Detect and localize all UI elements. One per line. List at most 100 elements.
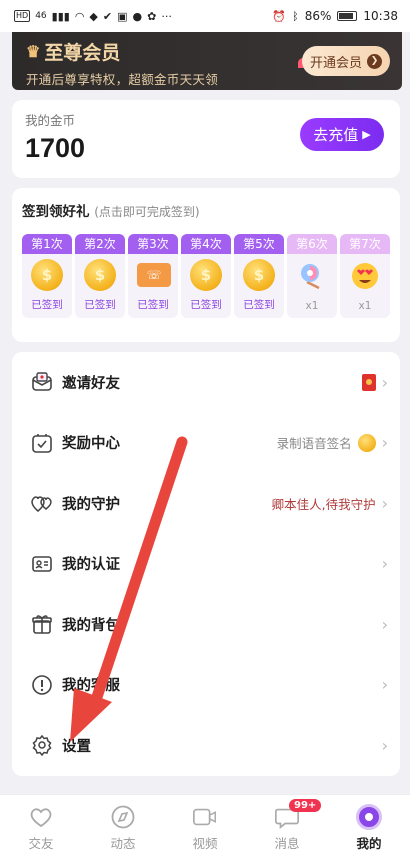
network-label: 46 [35,11,47,21]
call-card-icon: ☏ [137,263,171,287]
message-badge: 99+ [289,799,322,812]
lollipop-icon [296,259,328,291]
menu-item-verification[interactable]: 我的认证 › [12,534,400,595]
nav-label: 消息 [274,835,300,851]
nav-label: 交友 [28,835,54,851]
menu-label: 我的守护 [62,496,120,513]
day-label: 第7次 [340,234,390,254]
day-status: x1 [305,300,319,312]
menu-item-backpack[interactable]: 我的背包 › [12,594,400,655]
vip-banner[interactable]: ♛ 至尊会员 开通后尊享特权，超额金币天天领 开通会员 ❯ [12,32,402,90]
battery-percent: 86% [304,9,332,23]
day-label: 第5次 [234,234,284,254]
battery-icon [337,11,358,21]
chevron-right-icon: › [381,675,388,695]
day-status: 已签到 [190,299,222,311]
signin-day-5[interactable]: 第5次 $ 已签到 [234,234,284,318]
signin-day-2[interactable]: 第2次 $ 已签到 [75,234,125,318]
chevron-right-icon: › [381,735,388,755]
day-label: 第3次 [128,234,178,254]
coins-card: 我的金币 1700 去充值 ▶ [12,100,400,178]
menu-label: 邀请好友 [62,375,120,392]
menu-label: 奖励中心 [62,436,120,453]
nav-item-moments[interactable]: 动态 [82,795,164,860]
chevron-right-icon: › [381,554,388,574]
play-triangle-icon: ▶ [362,128,371,141]
day-label: 第2次 [75,234,125,254]
coin-icon: $ [243,259,275,291]
coin-icon: $ [190,259,222,291]
menu-right-text: 录制语音签名 [276,436,352,452]
day-status: 已签到 [137,299,169,311]
day-label: 第6次 [287,234,337,254]
paw-icon: ✿ [147,9,157,23]
menu-label: 我的背包 [62,617,120,634]
signin-day-1[interactable]: 第1次 $ 已签到 [22,234,72,318]
menu-item-settings[interactable]: 设置 › [12,715,400,776]
app-icon: ▣ [117,9,128,23]
reward-icon [30,431,54,455]
chat-icon: ● [132,9,143,23]
nav-item-mine[interactable]: 我的 [328,795,410,860]
open-vip-label: 开通会员 [309,55,362,71]
signin-day-7[interactable]: 第7次 x1 [340,234,390,318]
open-vip-button[interactable]: 开通会员 ❯ [302,46,390,76]
menu-card: 邀请好友 › 奖励中心 录制语音签名 › 我的守护 卿本佳人,待我守护 › 我的… [12,352,400,776]
vip-title: 至尊会员 [44,42,121,64]
nav-item-messages[interactable]: 99+ 消息 [246,795,328,860]
status-bar: HD 46 ▮▮▮ ◠ ◆ ✔ ▣ ● ✿ ··· ⏰ ᛒ 86% 10:38 [0,0,410,32]
alarm-icon: ⏰ [272,9,287,23]
chevron-right-icon: › [381,372,388,392]
menu-item-reward-center[interactable]: 奖励中心 录制语音签名 › [12,413,400,474]
hearts-icon [30,491,54,515]
more-icon: ··· [161,9,172,23]
chevron-right-icon: › [381,433,388,453]
signin-title: 签到领好礼 [22,204,90,220]
check-icon: ✔ [102,9,113,23]
day-status: x1 [358,300,372,312]
coin-icon: $ [31,259,63,291]
recharge-button[interactable]: 去充值 ▶ [300,118,384,151]
signin-day-4[interactable]: 第4次 $ 已签到 [181,234,231,318]
nav-item-video[interactable]: 视频 [164,795,246,860]
heart-nav-icon [28,804,54,830]
nav-label: 动态 [110,835,136,851]
menu-right-text: 卿本佳人,待我守护 [271,496,376,512]
bottom-nav: 交友 动态 视频 99+ 消息 我的 [0,794,410,860]
signal-icon: ▮▮▮ [51,9,70,23]
chevron-right-icon: › [381,493,388,513]
day-status: 已签到 [31,299,63,311]
signin-days: 第1次 $ 已签到 第2次 $ 已签到 第3次 ☏ 已签到 第4次 $ 已签到 … [22,234,390,318]
menu-item-invite[interactable]: 邀请好友 › [12,352,400,413]
nav-item-friends[interactable]: 交友 [0,795,82,860]
menu-label: 我的客服 [62,678,120,695]
menu-item-customer-service[interactable]: 我的客服 › [12,655,400,716]
recharge-label: 去充值 [313,126,359,144]
signin-day-6[interactable]: 第6次 x1 [287,234,337,318]
crown-icon: ♛ [26,42,41,61]
nav-label: 我的 [356,835,382,851]
bluetooth-icon: ᛒ [292,9,299,23]
gift-box-icon [30,612,54,636]
menu-item-guard[interactable]: 我的守护 卿本佳人,待我守护 › [12,473,400,534]
day-status: 已签到 [84,299,116,311]
day-label: 第1次 [22,234,72,254]
clock: 10:38 [363,9,398,23]
menu-label: 我的认证 [62,557,120,574]
hd-indicator: HD [14,10,31,22]
exclamation-icon [30,673,54,697]
signin-card: 签到领好礼 (点击即可完成签到) 第1次 $ 已签到 第2次 $ 已签到 第3次… [12,188,400,342]
heart-eyes-emoji-icon [349,259,381,291]
menu-label: 设置 [62,738,91,755]
coin-icon: $ [84,259,116,291]
coin-icon [357,433,376,452]
compass-nav-icon [110,804,136,830]
arrow-right-icon: ❯ [367,53,382,69]
id-card-icon [30,552,54,576]
nav-label: 视频 [192,835,218,851]
signin-day-3[interactable]: 第3次 ☏ 已签到 [128,234,178,318]
invite-icon [30,370,54,394]
day-label: 第4次 [181,234,231,254]
chevron-right-icon: › [381,614,388,634]
video-nav-icon [192,804,218,830]
